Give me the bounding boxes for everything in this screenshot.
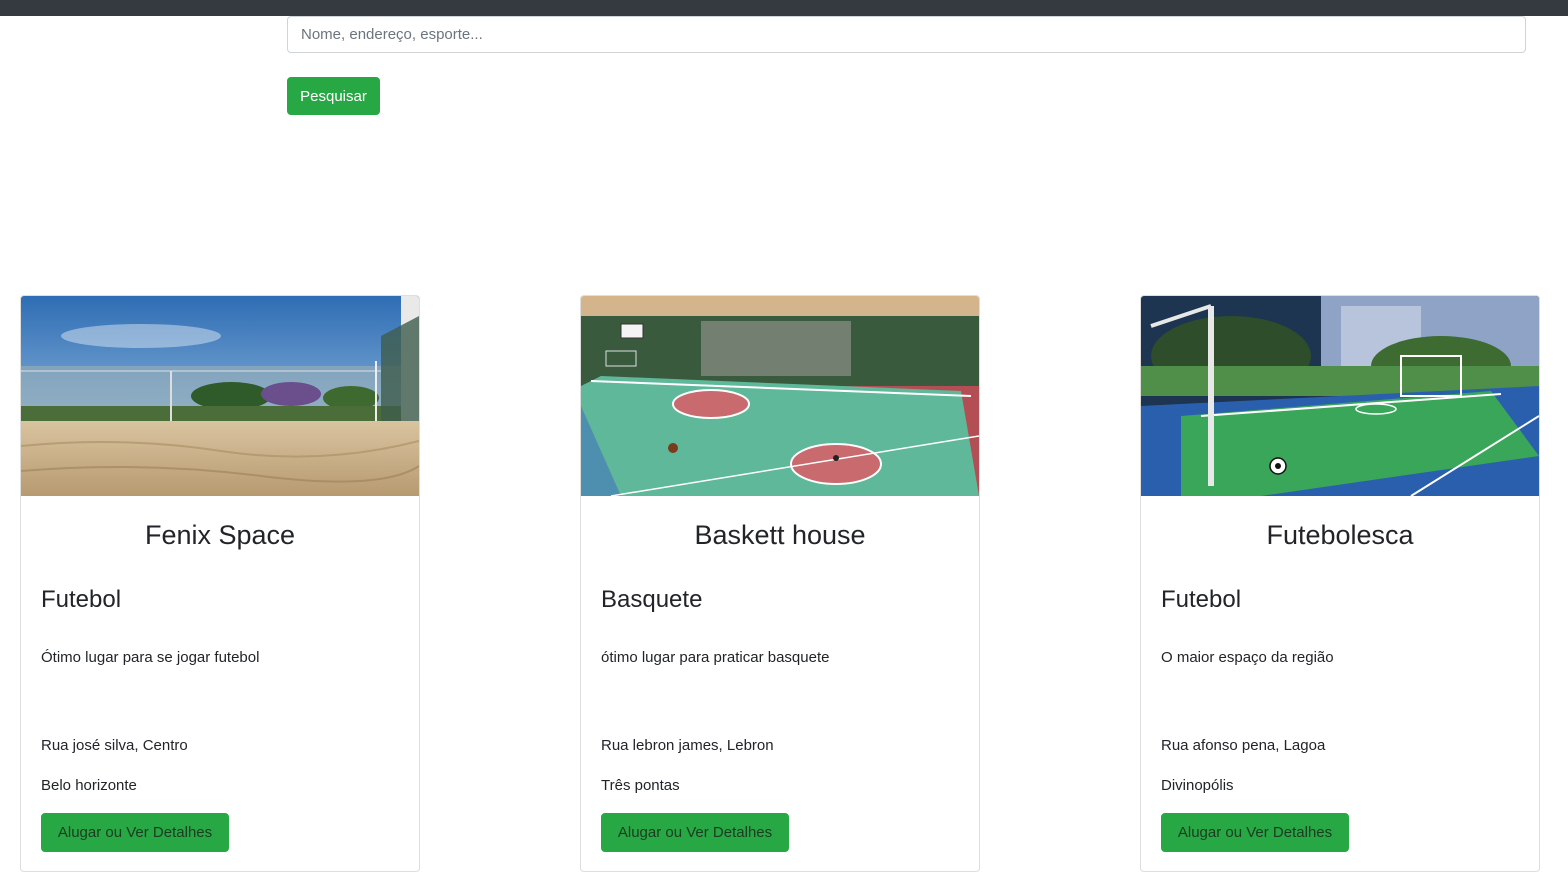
- top-navbar: [0, 0, 1568, 16]
- venue-card: Futebolesca Futebol O maior espaço da re…: [1140, 295, 1540, 872]
- venue-city: Belo horizonte: [41, 777, 137, 794]
- venue-image-beach-court: [21, 296, 419, 496]
- venue-sport: Futebol: [41, 586, 122, 613]
- venue-sport: Basquete: [601, 586, 703, 613]
- venue-title: Futebolesca: [1266, 520, 1414, 550]
- venue-description: Ótimo lugar para se jogar futebol: [41, 649, 260, 666]
- rent-details-button[interactable]: Alugar ou Ver Detalhes: [41, 813, 229, 852]
- venue-card: Fenix Space Futebol Ótimo lugar para se …: [20, 295, 420, 872]
- venue-card: Baskett house Basquete ótimo lugar para …: [580, 295, 980, 872]
- search-input[interactable]: [287, 16, 1526, 53]
- venue-sport: Futebol: [1161, 586, 1242, 613]
- venue-image-futsal-court: [1141, 296, 1539, 496]
- venue-description: ótimo lugar para praticar basquete: [601, 649, 830, 666]
- venue-city: Três pontas: [601, 777, 680, 794]
- venue-title: Fenix Space: [144, 520, 296, 550]
- venue-title: Baskett house: [694, 520, 866, 550]
- venue-address: Rua josé silva, Centro: [41, 737, 188, 754]
- rent-details-button[interactable]: Alugar ou Ver Detalhes: [1161, 813, 1349, 852]
- rent-details-button[interactable]: Alugar ou Ver Detalhes: [601, 813, 789, 852]
- search-button[interactable]: Pesquisar: [287, 77, 380, 115]
- venue-city: Divinopólis: [1161, 777, 1234, 794]
- venue-address: Rua afonso pena, Lagoa: [1161, 737, 1326, 754]
- venue-address: Rua lebron james, Lebron: [601, 737, 774, 754]
- venue-image-basketball-court: [581, 296, 979, 496]
- venue-description: O maior espaço da região: [1161, 649, 1334, 666]
